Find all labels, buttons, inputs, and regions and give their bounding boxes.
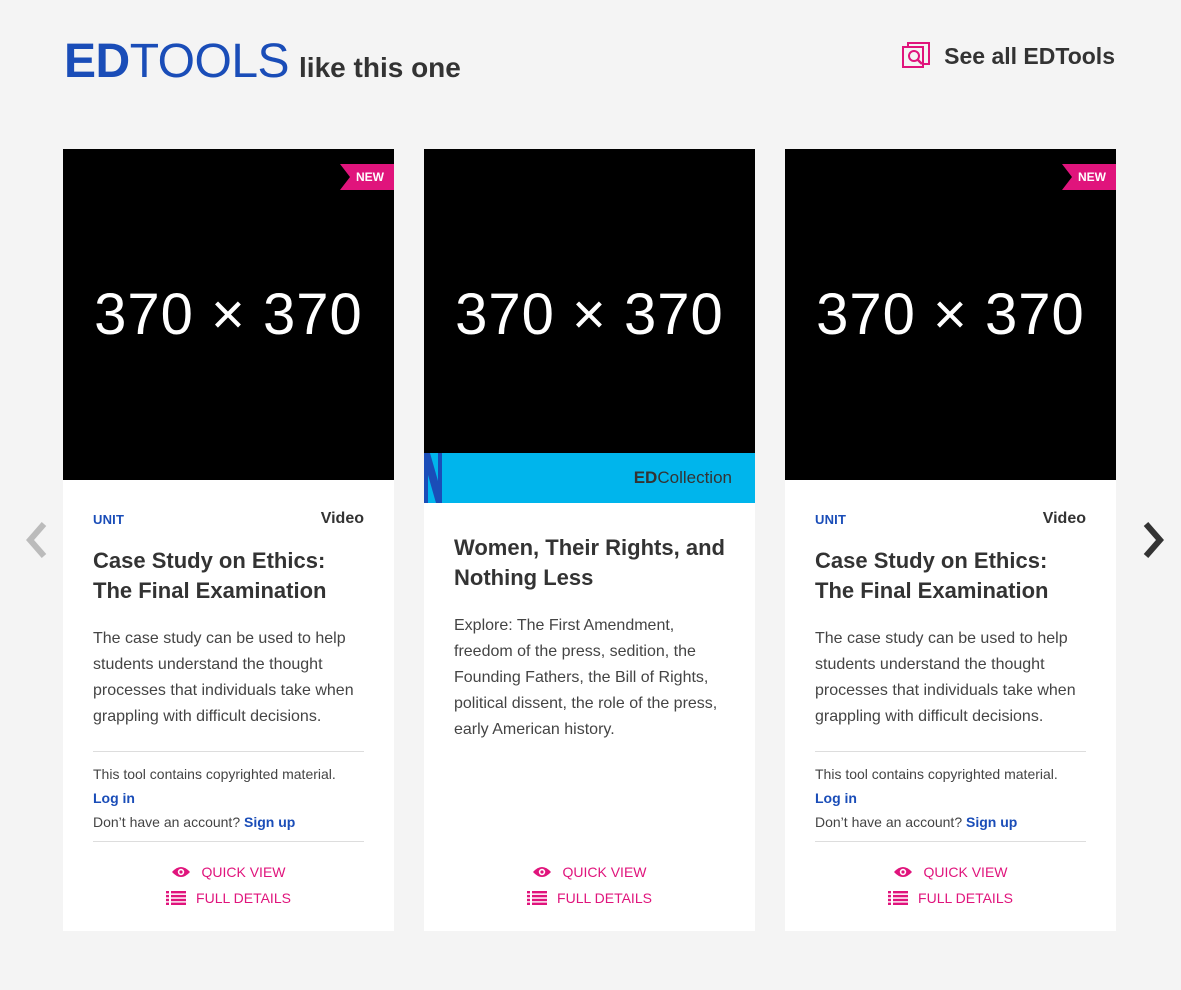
card-body: UNIT Video Case Study on Ethics: The Fin… <box>63 480 394 842</box>
list-icon <box>166 891 187 905</box>
quick-view-label: QUICK VIEW <box>923 864 1008 880</box>
card-meta: UNIT Video <box>815 510 1086 528</box>
card-body: UNIT Video Case Study on Ethics: The Fin… <box>785 480 1116 842</box>
new-badge: NEW <box>340 164 394 190</box>
collection-label-rest: Collection <box>657 468 732 487</box>
card-thumbnail[interactable]: 370 × 370 <box>424 149 755 453</box>
quick-view-button[interactable]: QUICK VIEW <box>893 859 1008 885</box>
divider <box>93 841 364 842</box>
full-details-label: FULL DETAILS <box>196 890 291 906</box>
card-description: The case study can be used to help stude… <box>815 630 1076 725</box>
brand-ed: ED <box>64 35 130 88</box>
edcollection-label: EDCollection <box>634 468 732 488</box>
quick-view-button[interactable]: QUICK VIEW <box>171 859 286 885</box>
quick-view-label: QUICK VIEW <box>562 864 647 880</box>
carousel-next-button[interactable] <box>1142 520 1166 560</box>
collection-label-bold: ED <box>633 468 658 487</box>
eye-icon <box>894 867 913 877</box>
card-type-label: UNIT <box>815 511 847 527</box>
card-body: Women, Their Rights, and Nothing Less Ex… <box>424 503 755 743</box>
thumbnail-placeholder-text: 370 × 370 <box>816 282 1085 347</box>
card-type-label: UNIT <box>93 511 125 527</box>
list-icon <box>527 891 548 905</box>
signup-link[interactable]: Sign up <box>966 814 1017 830</box>
card-description: The case study can be used to help stude… <box>93 630 354 725</box>
collection-logo-icon <box>424 453 442 503</box>
no-account-text: Don’t have an account? <box>93 814 241 830</box>
card-actions: QUICK VIEW FULL DETAILS <box>63 859 394 911</box>
see-all-edtools-link[interactable]: See all EDTools <box>902 42 1115 70</box>
edtool-card[interactable]: 370 × 370 NEW UNIT Video Case Study on E… <box>785 149 1116 931</box>
full-details-label: FULL DETAILS <box>557 890 652 906</box>
eye-icon <box>172 867 191 877</box>
card-title[interactable]: Case Study on Ethics: The Final Examinat… <box>815 546 1086 606</box>
full-details-button[interactable]: FULL DETAILS <box>527 885 652 911</box>
card-media-label: Video <box>1042 510 1086 527</box>
eye-icon <box>533 867 552 877</box>
card-media-label: Video <box>320 510 364 527</box>
section-header: EDTOOLS like this one <box>64 38 461 86</box>
chevron-left-icon <box>26 522 47 558</box>
card-meta: UNIT Video <box>93 510 364 528</box>
no-account-text: Don’t have an account? <box>815 814 963 830</box>
card-description: Explore: The First Amendment, freedom of… <box>454 617 718 738</box>
list-icon <box>888 891 909 905</box>
chevron-right-icon <box>1143 522 1164 558</box>
card-actions: QUICK VIEW FULL DETAILS <box>785 859 1116 911</box>
edtool-card[interactable]: 370 × 370 NEW UNIT Video Case Study on E… <box>63 149 394 931</box>
gallery-search-icon <box>902 42 931 68</box>
full-details-button[interactable]: FULL DETAILS <box>888 885 1013 911</box>
carousel-prev-button[interactable] <box>24 520 48 560</box>
quick-view-label: QUICK VIEW <box>201 864 286 880</box>
thumbnail-placeholder-text: 370 × 370 <box>94 282 363 347</box>
copyright-notice: This tool contains copyrighted material.… <box>93 752 364 834</box>
signup-link[interactable]: Sign up <box>244 814 295 830</box>
divider <box>815 841 1086 842</box>
card-thumbnail[interactable]: 370 × 370 NEW <box>63 149 394 480</box>
login-link[interactable]: Log in <box>815 790 857 806</box>
login-link[interactable]: Log in <box>93 790 135 806</box>
copyright-notice: This tool contains copyrighted material.… <box>815 752 1086 834</box>
copyright-note: This tool contains copyrighted material. <box>815 766 1058 782</box>
copyright-note: This tool contains copyrighted material. <box>93 766 336 782</box>
edcollection-banner: EDCollection <box>424 453 755 503</box>
card-title[interactable]: Women, Their Rights, and Nothing Less <box>454 533 725 593</box>
edtool-card[interactable]: 370 × 370 EDCollection Women, Their Righ… <box>424 149 755 931</box>
related-edtools-section: EDTOOLS like this one See all EDTools 37… <box>0 0 1181 990</box>
section-tagline: like this one <box>299 52 461 83</box>
see-all-label: See all EDTools <box>944 42 1115 69</box>
quick-view-button[interactable]: QUICK VIEW <box>532 859 647 885</box>
brand-tools: TOOLS <box>129 35 290 88</box>
edtools-logo: EDTOOLS <box>64 35 290 88</box>
thumbnail-placeholder-text: 370 × 370 <box>455 282 724 347</box>
card-thumbnail[interactable]: 370 × 370 NEW <box>785 149 1116 480</box>
card-title[interactable]: Case Study on Ethics: The Final Examinat… <box>93 546 364 606</box>
card-actions: QUICK VIEW FULL DETAILS <box>424 859 755 911</box>
new-badge: NEW <box>1062 164 1116 190</box>
full-details-label: FULL DETAILS <box>918 890 1013 906</box>
full-details-button[interactable]: FULL DETAILS <box>166 885 291 911</box>
